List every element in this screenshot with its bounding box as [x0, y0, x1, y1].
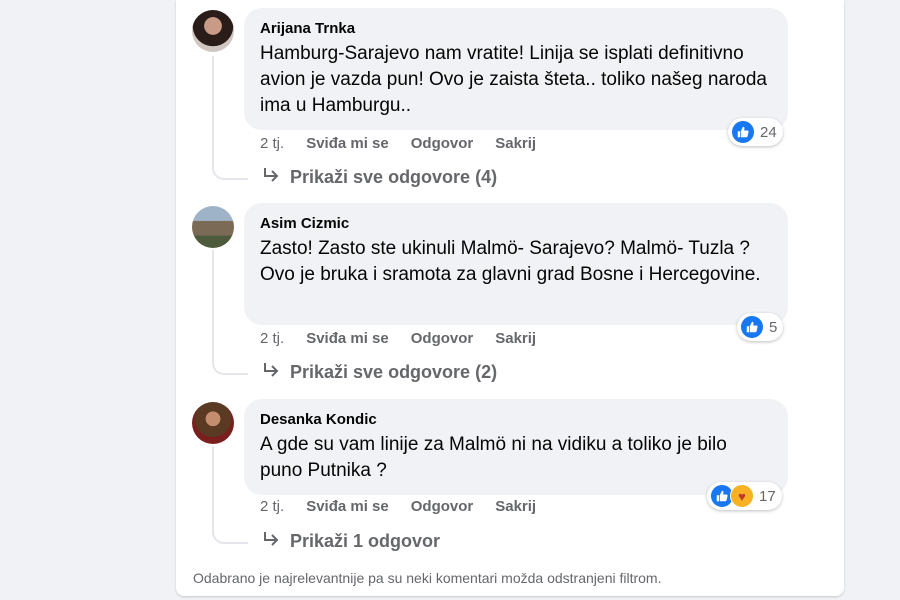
reaction-count: 5 [769, 318, 778, 336]
comment-author[interactable]: Arijana Trnka [260, 17, 772, 41]
like-button[interactable]: Sviđa mi se [306, 497, 389, 517]
like-icon [740, 315, 764, 339]
like-button[interactable]: Sviđa mi se [306, 329, 389, 349]
reaction-summary[interactable]: 5 [737, 313, 784, 341]
comment-time[interactable]: 2 tj. [260, 329, 284, 349]
comment-text: Hamburg-Sarajevo nam vratite! Linija se … [260, 43, 767, 116]
comment-bubble: Desanka Kondic A gde su vam linije za Ma… [244, 399, 788, 495]
comment-actions: 2 tj. Sviđa mi se Odgovor Sakrij [260, 497, 536, 517]
reaction-count: 24 [760, 123, 777, 141]
comment-time[interactable]: 2 tj. [260, 497, 284, 517]
reply-arrow-icon [262, 165, 280, 189]
comment-bubble: Arijana Trnka Hamburg-Sarajevo nam vrati… [244, 8, 788, 130]
comment-time[interactable]: 2 tj. [260, 134, 284, 154]
view-replies-label: Prikaži sve odgovore (4) [290, 167, 498, 187]
reply-arrow-icon [262, 360, 280, 384]
view-replies-link[interactable]: Prikaži sve odgovore (2) [262, 360, 497, 384]
reaction-summary[interactable]: 24 [728, 118, 783, 146]
care-icon: ♥ [730, 484, 754, 508]
hide-button[interactable]: Sakrij [495, 497, 536, 517]
like-icon [731, 120, 755, 144]
view-replies-link[interactable]: Prikaži 1 odgovor [262, 529, 440, 553]
hide-button[interactable]: Sakrij [495, 134, 536, 154]
thread-connector [212, 359, 248, 375]
view-replies-label: Prikaži 1 odgovor [290, 531, 441, 551]
reply-arrow-icon [262, 529, 280, 553]
reaction-count: 17 [759, 487, 776, 505]
reaction-summary[interactable]: ♥ 17 [707, 482, 782, 510]
view-replies-label: Prikaži sve odgovore (2) [290, 362, 498, 382]
avatar[interactable] [192, 10, 234, 52]
comment-bubble: Asim Cizmic Zasto! Zasto ste ukinuli Mal… [244, 203, 788, 325]
thread-connector [212, 528, 248, 544]
avatar[interactable] [192, 206, 234, 248]
comment-actions: 2 tj. Sviđa mi se Odgovor Sakrij [260, 329, 536, 349]
filter-notice: Odabrano je najrelevantnije pa su neki k… [193, 570, 662, 586]
reply-button[interactable]: Odgovor [411, 329, 474, 349]
thread-line [212, 250, 214, 359]
like-button[interactable]: Sviđa mi se [306, 134, 389, 154]
avatar[interactable] [192, 402, 234, 444]
reply-button[interactable]: Odgovor [411, 497, 474, 517]
thread-line [212, 446, 214, 528]
comment-text: A gde su vam linije za Malmö ni na vidik… [260, 434, 727, 481]
thread-connector [212, 164, 248, 180]
comment-text: Zasto! Zasto ste ukinuli Malmö- Sarajevo… [260, 238, 761, 285]
hide-button[interactable]: Sakrij [495, 329, 536, 349]
comment-actions: 2 tj. Sviđa mi se Odgovor Sakrij [260, 134, 536, 154]
comment-author[interactable]: Desanka Kondic [260, 408, 772, 432]
view-replies-link[interactable]: Prikaži sve odgovore (4) [262, 165, 497, 189]
thread-line [212, 56, 214, 164]
comment-author[interactable]: Asim Cizmic [260, 212, 772, 236]
reply-button[interactable]: Odgovor [411, 134, 474, 154]
